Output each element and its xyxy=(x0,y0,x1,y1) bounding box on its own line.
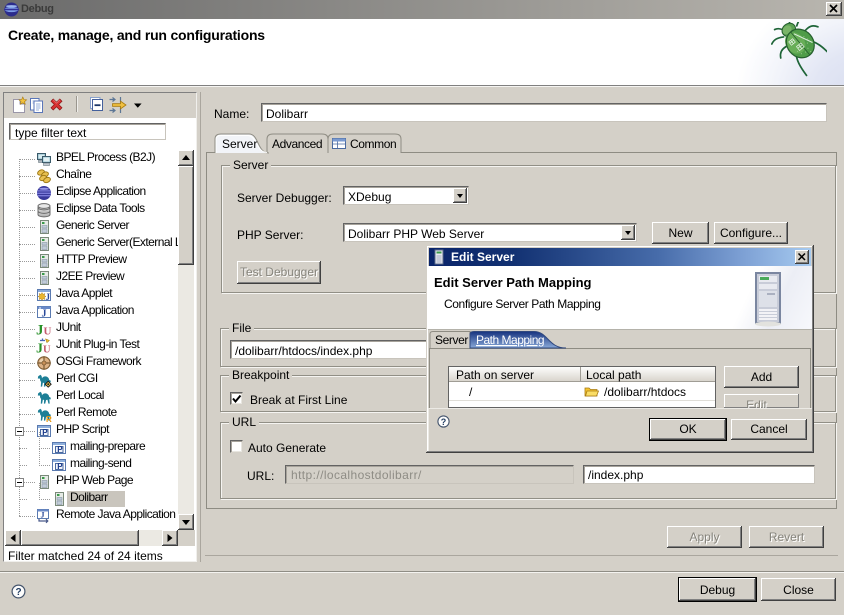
svg-text:Server: Server xyxy=(435,333,468,347)
svg-text:Common: Common xyxy=(350,137,396,151)
svg-text:J: J xyxy=(46,292,51,302)
svg-text:J: J xyxy=(42,309,47,320)
svg-text:R: R xyxy=(46,415,52,422)
svg-text:P: P xyxy=(42,428,48,437)
svg-text:P: P xyxy=(57,445,63,454)
svg-text:U: U xyxy=(43,345,51,355)
svg-text:J: J xyxy=(36,342,43,355)
svg-text:Path Mapping: Path Mapping xyxy=(476,333,544,347)
svg-text:?: ? xyxy=(441,417,447,427)
svg-text:Advanced: Advanced xyxy=(272,137,322,151)
svg-text:Server: Server xyxy=(222,137,257,151)
svg-text:P: P xyxy=(57,462,63,471)
svg-text:U: U xyxy=(44,326,52,338)
svg-text:?: ? xyxy=(15,587,21,598)
svg-text:J: J xyxy=(41,511,45,520)
